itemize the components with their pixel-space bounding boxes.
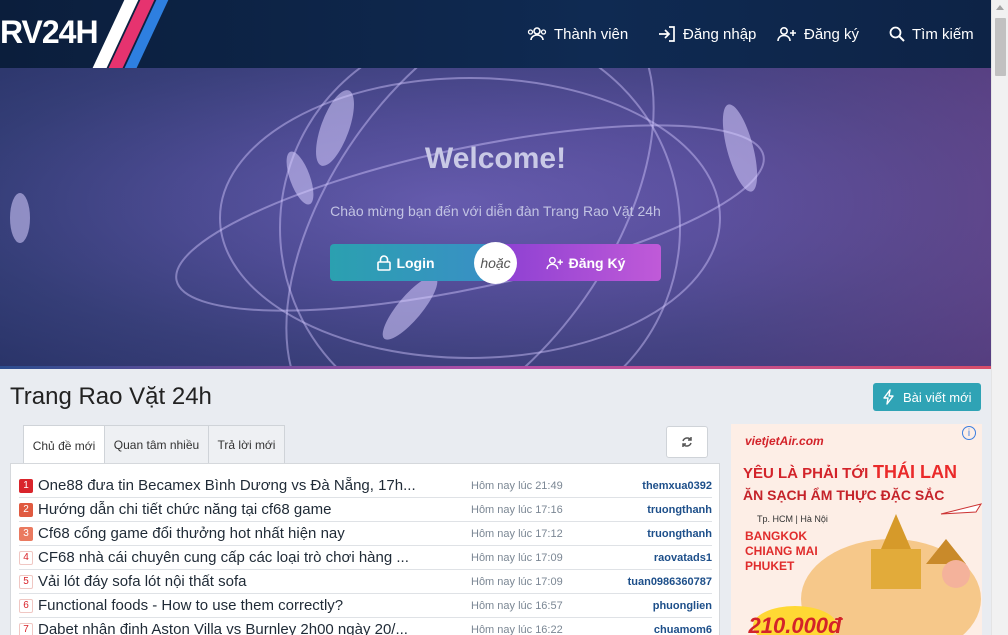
- thread-list: 1 One88 đưa tin Becamex Bình Dương vs Đà…: [10, 463, 720, 635]
- thread-row[interactable]: 2 Hướng dẫn chi tiết chức năng tại cf68 …: [19, 498, 712, 522]
- logo-text: RV24H: [0, 14, 99, 50]
- site-header: RV24H Thành viên Đăng nhập Đăng ký Tìm k…: [0, 0, 991, 68]
- page-scrollbar[interactable]: [991, 0, 1008, 635]
- thread-user[interactable]: truongthanh: [647, 504, 712, 516]
- rank-badge: 6: [19, 598, 33, 613]
- thread-row[interactable]: 5 Vải lót đáy sofa lót nội thất sofa Hôm…: [19, 570, 712, 594]
- scroll-up-arrow[interactable]: [996, 5, 1004, 10]
- thread-time: Hôm nay lúc 17:12: [471, 527, 563, 540]
- thread-title[interactable]: Vải lót đáy sofa lót nội thất sofa: [38, 573, 458, 590]
- threads-tabs: Chủ đề mới Quan tâm nhiều Trả lời mới: [23, 425, 285, 465]
- thread-title[interactable]: Functional foods - How to use them corre…: [38, 597, 458, 614]
- hero-divider: [0, 366, 991, 369]
- thread-row[interactable]: 7 Dabet nhận định Aston Villa vs Burnley…: [19, 618, 712, 635]
- ad-headline: YÊU LÀ PHẢI TỚI THÁI LAN: [743, 462, 957, 483]
- nav-login-label: Đăng nhập: [683, 25, 757, 43]
- thread-title[interactable]: Hướng dẫn chi tiết chức năng tại cf68 ga…: [38, 501, 458, 518]
- new-posts-label: Bài viết mới: [903, 389, 972, 405]
- ad-headline-highlight: THÁI LAN: [873, 462, 958, 482]
- rank-badge: 7: [19, 622, 33, 635]
- nav-members-label: Thành viên: [554, 25, 629, 43]
- thread-title[interactable]: CF68 nhà cái chuyên cung cấp các loại tr…: [38, 549, 458, 566]
- site-logo[interactable]: RV24H: [0, 0, 180, 68]
- tab-new-threads[interactable]: Chủ đề mới: [23, 425, 105, 465]
- thread-time: Hôm nay lúc 21:49: [471, 479, 563, 492]
- thread-time: Hôm nay lúc 17:09: [471, 575, 563, 588]
- advertisement-banner[interactable]: vietjetAir.com i YÊU LÀ PHẢI TỚI THÁI LA…: [731, 424, 982, 635]
- page-title: Trang Rao Vặt 24h: [10, 383, 212, 410]
- lock-icon: [377, 254, 392, 271]
- thread-time: Hôm nay lúc 16:22: [471, 623, 563, 635]
- nav-search[interactable]: Tìm kiếm: [889, 0, 974, 68]
- thread-title[interactable]: Cf68 cổng game đổi thưởng hot nhất hiện …: [38, 525, 458, 542]
- ad-city: CHIANG MAI: [745, 544, 818, 558]
- rank-badge: 5: [19, 574, 33, 589]
- thread-user[interactable]: chuamom6: [654, 624, 712, 635]
- thread-user[interactable]: tuan0986360787: [628, 576, 712, 588]
- thread-user[interactable]: truongthanh: [647, 528, 712, 540]
- rank-badge: 2: [19, 502, 33, 517]
- ad-city: PHUKET: [745, 559, 795, 573]
- nav-search-label: Tìm kiếm: [912, 25, 974, 43]
- user-plus-icon: [777, 26, 796, 42]
- thread-time: Hôm nay lúc 17:09: [471, 551, 563, 564]
- thread-user[interactable]: phuonglien: [653, 600, 712, 612]
- nav-login[interactable]: Đăng nhập: [658, 0, 756, 68]
- ad-subheadline: ĂN SẠCH ẨM THỰC ĐẶC SẮC: [743, 487, 945, 503]
- hero-or-badge: hoặc: [474, 242, 517, 284]
- bolt-icon: [883, 389, 894, 405]
- ad-route: Tp. HCM | Hà Nội: [757, 514, 828, 524]
- nav-register[interactable]: Đăng ký: [777, 0, 859, 68]
- tab-popular[interactable]: Quan tâm nhiều: [104, 425, 209, 464]
- rank-badge: 3: [19, 526, 33, 541]
- ad-headline-text: YÊU LÀ PHẢI TỚI: [743, 465, 869, 482]
- thread-user[interactable]: raovatads1: [654, 552, 712, 564]
- hero-welcome: Welcome!: [424, 142, 567, 175]
- hero-login-label: Login: [396, 254, 435, 271]
- user-plus-icon: [546, 256, 563, 269]
- refresh-button[interactable]: [666, 426, 708, 458]
- thread-row[interactable]: 4 CF68 nhà cái chuyên cung cấp các loại …: [19, 546, 712, 570]
- hero-register-label: Đăng Ký: [568, 254, 626, 271]
- nav-register-label: Đăng ký: [804, 25, 860, 43]
- thread-title[interactable]: Dabet nhận định Aston Villa vs Burnley 2…: [38, 621, 458, 635]
- users-icon: [527, 27, 547, 41]
- thread-row[interactable]: 3 Cf68 cổng game đổi thưởng hot nhất hiệ…: [19, 522, 712, 546]
- thread-user[interactable]: themxua0392: [642, 480, 712, 492]
- threads-panel: Chủ đề mới Quan tâm nhiều Trả lời mới 1 …: [10, 425, 720, 635]
- thread-row[interactable]: 1 One88 đưa tin Becamex Bình Dương vs Đà…: [19, 474, 712, 498]
- ad-info-icon[interactable]: i: [962, 426, 976, 440]
- new-posts-button[interactable]: Bài viết mới: [873, 383, 981, 411]
- scrollbar-thumb[interactable]: [995, 18, 1006, 76]
- refresh-icon: [682, 437, 692, 447]
- search-icon: [889, 26, 905, 42]
- thread-time: Hôm nay lúc 17:16: [471, 503, 563, 516]
- nav-members[interactable]: Thành viên: [527, 0, 628, 68]
- hero-subtitle: Chào mừng bạn đến với diễn đàn Trang Rao…: [330, 203, 661, 219]
- thread-title[interactable]: One88 đưa tin Becamex Bình Dương vs Đà N…: [38, 477, 458, 494]
- ad-brand: vietjetAir.com: [745, 434, 824, 448]
- thread-row[interactable]: 6 Functional foods - How to use them cor…: [19, 594, 712, 618]
- rank-badge: 4: [19, 550, 33, 565]
- thread-time: Hôm nay lúc 16:57: [471, 599, 563, 612]
- ad-city: BANGKOK: [745, 529, 807, 543]
- tab-new-replies[interactable]: Trả lời mới: [208, 425, 285, 464]
- sign-in-icon: [659, 26, 675, 42]
- rank-badge: 1: [19, 478, 33, 493]
